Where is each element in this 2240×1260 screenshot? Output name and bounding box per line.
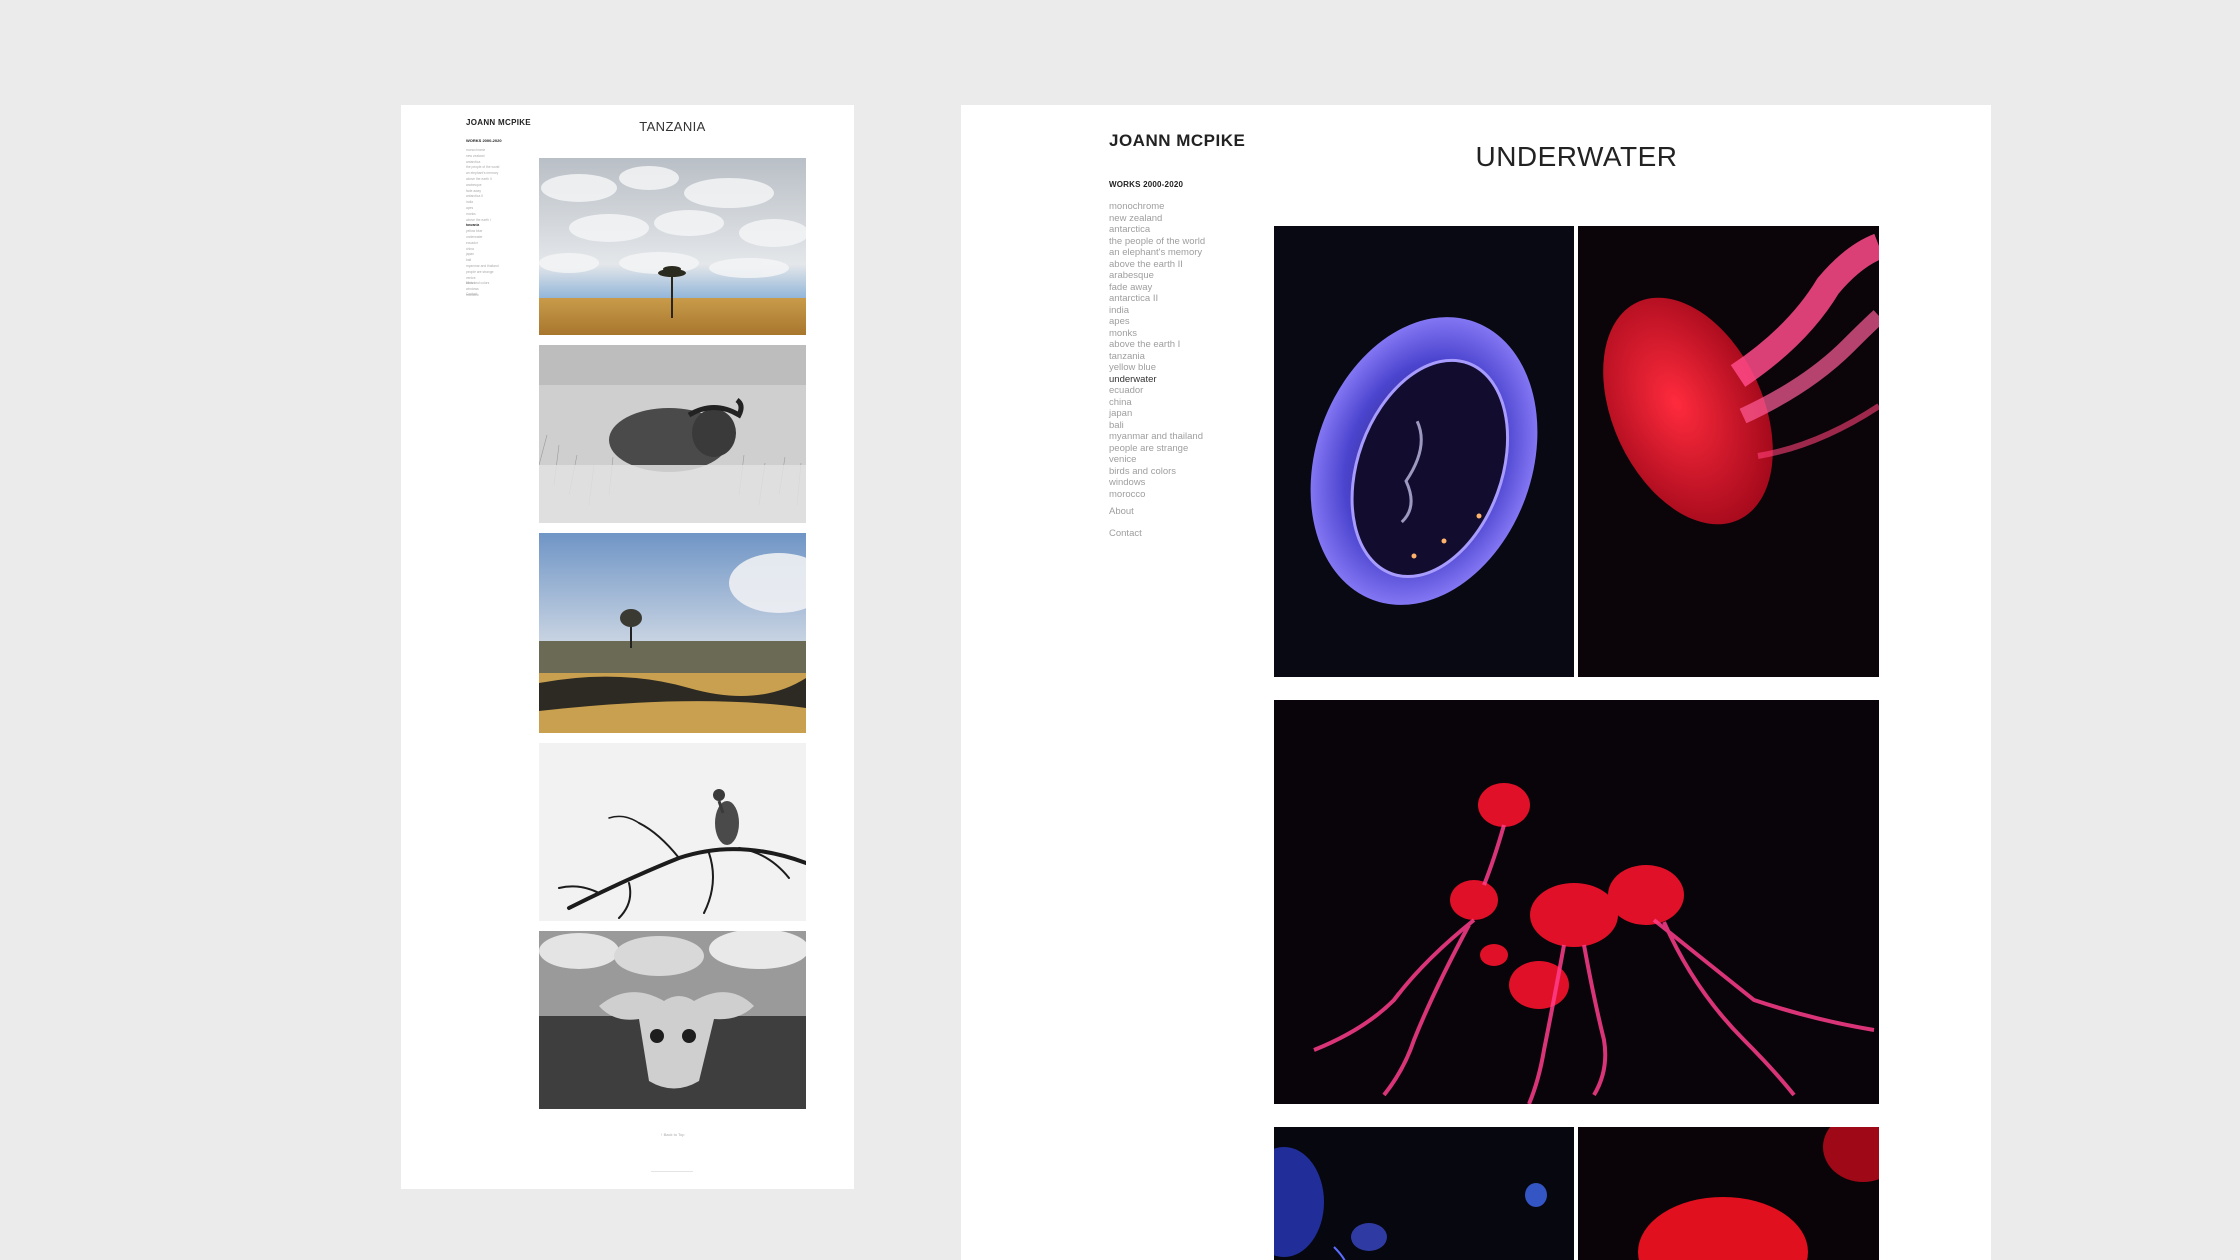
buffalo-photo[interactable] bbox=[539, 345, 806, 523]
nav-item-japan[interactable]: japan bbox=[1109, 408, 1205, 420]
nav-about-link[interactable]: About bbox=[1109, 506, 1134, 517]
works-heading[interactable]: WORKS 2000-2020 bbox=[1109, 180, 1183, 189]
nav-item-china[interactable]: china bbox=[1109, 397, 1205, 409]
nav-item-above-the-earth-ii[interactable]: above the earth II bbox=[1109, 259, 1205, 271]
nav-item-an-elephant-s-memory[interactable]: an elephant's memory bbox=[1109, 247, 1205, 259]
nav-item-morocco[interactable]: morocco bbox=[1109, 489, 1205, 501]
nav-item-underwater[interactable]: underwater bbox=[1109, 374, 1205, 386]
page-title: TANZANIA bbox=[639, 119, 706, 134]
underwater-page-preview: JOANN MCPIKE WORKS 2000-2020 monochrome n… bbox=[961, 105, 1991, 1260]
nav-contact-link[interactable]: Contact bbox=[1109, 528, 1142, 539]
back-to-top-link[interactable]: ↑ Back to Top bbox=[539, 1132, 806, 1137]
site-brand[interactable]: JOANN MCPIKE bbox=[1109, 131, 1245, 151]
tree-under-clouds-photo[interactable] bbox=[539, 158, 806, 335]
nav-item-myanmar-and-thailand[interactable]: myanmar and thailand bbox=[466, 264, 499, 270]
red-jellyfish-photo[interactable] bbox=[1578, 226, 1879, 677]
footer-divider bbox=[651, 1171, 693, 1172]
tree-burnt-savanna-photo[interactable] bbox=[539, 533, 806, 733]
works-heading[interactable]: WORKS 2000-2020 bbox=[466, 138, 502, 143]
nav-item-venice[interactable]: venice bbox=[1109, 454, 1205, 466]
nav-item-bali[interactable]: bali bbox=[1109, 420, 1205, 432]
blue-moon-jellyfish-photo[interactable] bbox=[1274, 226, 1574, 677]
nav-item-antarctica[interactable]: antarctica bbox=[1109, 224, 1205, 236]
tanzania-page-preview: JOANN MCPIKE WORKS 2000-2020 monochrome n… bbox=[401, 105, 854, 1189]
nav-item-windows[interactable]: windows bbox=[1109, 477, 1205, 489]
nav-item-tanzania[interactable]: tanzania bbox=[1109, 351, 1205, 363]
nav-item-myanmar-and-thailand[interactable]: myanmar and thailand bbox=[1109, 431, 1205, 443]
nav-item-fade-away[interactable]: fade away bbox=[1109, 282, 1205, 294]
nav-item-arabesque[interactable]: arabesque bbox=[1109, 270, 1205, 282]
nav-item-ecuador[interactable]: ecuador bbox=[1109, 385, 1205, 397]
nav-item-yellow-blue[interactable]: yellow blue bbox=[1109, 362, 1205, 374]
nav-item-monks[interactable]: monks bbox=[1109, 328, 1205, 340]
nav-item-monochrome[interactable]: monochrome bbox=[1109, 201, 1205, 213]
blue-jellyfish-photo[interactable] bbox=[1274, 1127, 1574, 1260]
nav-about-link[interactable]: About bbox=[466, 281, 475, 285]
nav-item-the-people-of-the-world[interactable]: the people of the world bbox=[1109, 236, 1205, 248]
nav-item-people-are-strange[interactable]: people are strange bbox=[1109, 443, 1205, 455]
gallery-nav: monochrome new zealand antarctica the peopl… bbox=[466, 148, 499, 299]
page-title: UNDERWATER bbox=[1475, 141, 1678, 172]
nav-item-antarctica-ii[interactable]: antarctica II bbox=[1109, 293, 1205, 305]
nav-contact-link[interactable]: Contact bbox=[466, 292, 477, 296]
nav-item-apes[interactable]: apes bbox=[1109, 316, 1205, 328]
nav-item-birds-and-colors[interactable]: birds and colors bbox=[1109, 466, 1205, 478]
nav-item-india[interactable]: india bbox=[1109, 305, 1205, 317]
nav-item-new-zealand[interactable]: new zealand bbox=[1109, 213, 1205, 225]
red-jellyfish-group-photo[interactable] bbox=[1274, 700, 1879, 1104]
site-brand[interactable]: JOANN MCPIKE bbox=[466, 118, 531, 127]
nav-item-above-the-earth-i[interactable]: above the earth I bbox=[1109, 339, 1205, 351]
buffalo-skull-photo[interactable] bbox=[539, 931, 806, 1109]
gallery-nav: monochrome new zealand antarctica the peopl… bbox=[1109, 201, 1205, 500]
vulture-on-branch-photo[interactable] bbox=[539, 743, 806, 921]
red-jellyfish-bell-photo[interactable] bbox=[1578, 1127, 1879, 1260]
